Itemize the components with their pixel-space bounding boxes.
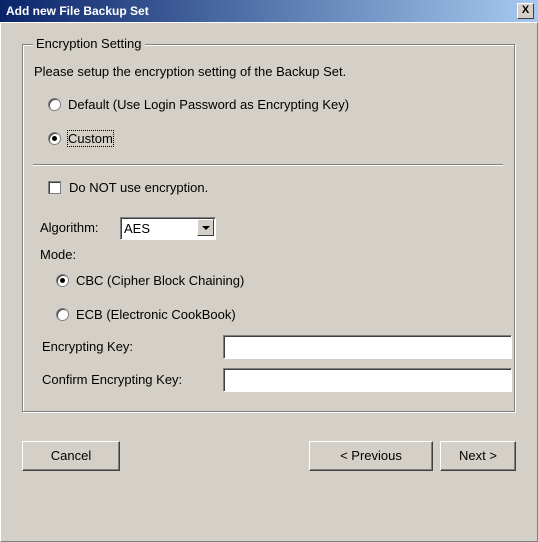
algorithm-value: AES [124,221,151,236]
radio-selected-dot [60,278,65,283]
previous-button[interactable]: < Previous [309,441,433,471]
confirm-key-label: Confirm Encrypting Key: [42,372,183,387]
next-button[interactable]: Next > [440,441,516,471]
checkbox[interactable] [48,181,61,194]
radio-mode-cbc[interactable]: CBC (Cipher Block Chaining) [56,273,244,288]
chevron-down-icon[interactable] [197,219,214,236]
radio-button[interactable] [56,274,69,287]
radio-default-key[interactable]: Default (Use Login Password as Encryptin… [48,97,349,112]
close-button[interactable]: X [517,3,534,19]
radio-mode-ecb[interactable]: ECB (Electronic CookBook) [56,307,236,322]
no-encryption-checkbox[interactable]: Do NOT use encryption. [48,180,208,195]
radio-cbc-label: CBC (Cipher Block Chaining) [76,273,245,288]
title-bar: Add new File Backup Set X [0,0,538,22]
radio-custom-label: Custom [67,130,114,147]
radio-ecb-label: ECB (Electronic CookBook) [76,307,236,322]
group-label: Encryption Setting [33,36,145,51]
encrypting-key-field[interactable] [223,335,512,359]
window-title: Add new File Backup Set [6,4,149,18]
encrypting-key-label: Encrypting Key: [42,339,134,354]
algorithm-select[interactable]: AES [120,217,216,240]
radio-selected-dot [52,136,57,141]
confirm-key-field[interactable] [223,368,512,392]
description-text: Please setup the encryption setting of t… [34,64,347,79]
encryption-setting-group: Encryption Setting Please setup the encr… [22,36,515,412]
radio-button[interactable] [48,98,61,111]
radio-button[interactable] [56,308,69,321]
algorithm-label: Algorithm: [40,220,99,235]
radio-default-label: Default (Use Login Password as Encryptin… [68,97,350,112]
mode-label: Mode: [40,247,77,262]
radio-button[interactable] [48,132,61,145]
radio-custom-key[interactable]: Custom [48,130,114,147]
cancel-button[interactable]: Cancel [22,441,120,471]
no-encryption-label: Do NOT use encryption. [69,180,209,195]
separator [33,164,503,166]
